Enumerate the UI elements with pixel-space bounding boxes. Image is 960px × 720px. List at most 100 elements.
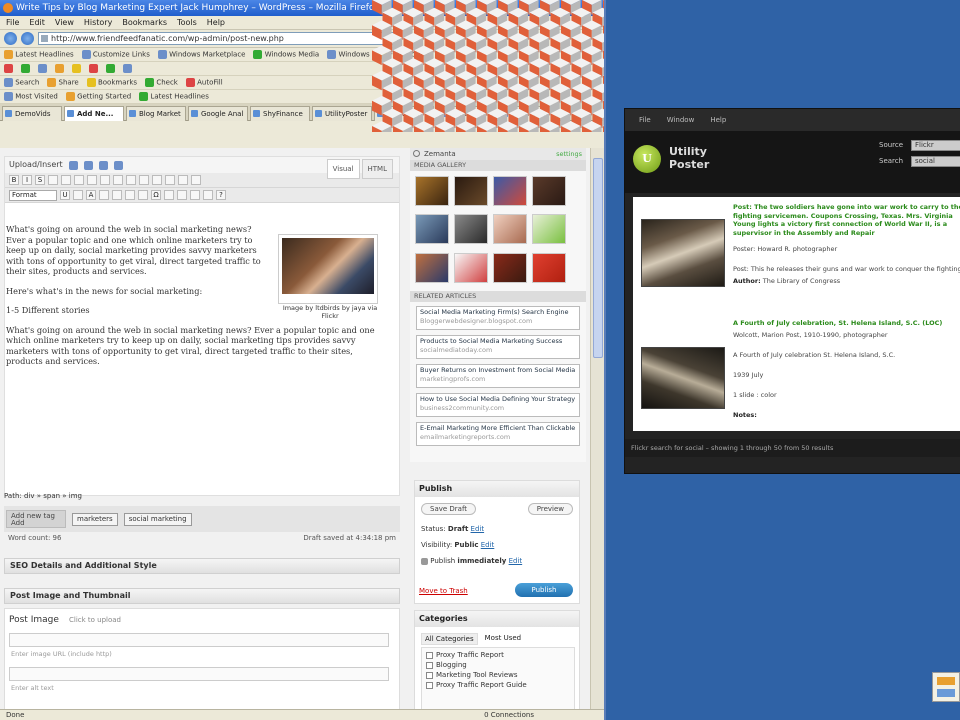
tab-utilityposter[interactable]: UtilityPoster bbox=[312, 106, 372, 121]
bookmark-item[interactable]: Windows bbox=[327, 50, 370, 59]
seo-details-heading[interactable]: SEO Details and Additional Style bbox=[4, 558, 400, 574]
unlink-button[interactable] bbox=[139, 175, 149, 185]
edit-status-link[interactable]: Edit bbox=[471, 525, 485, 533]
post-image-alt-field[interactable] bbox=[9, 667, 389, 681]
italic-button[interactable]: I bbox=[22, 175, 32, 185]
add-audio-icon[interactable] bbox=[98, 160, 108, 170]
bookmark-item[interactable]: Windows Marketplace bbox=[157, 50, 245, 59]
gallery-thumb[interactable] bbox=[493, 252, 527, 283]
preview-button[interactable]: Preview bbox=[527, 503, 573, 515]
tab-html[interactable]: HTML bbox=[361, 159, 393, 179]
gallery-thumb[interactable] bbox=[415, 176, 449, 206]
media-search-header[interactable]: Zemanta settings bbox=[410, 148, 586, 160]
addon-icon[interactable] bbox=[38, 64, 47, 73]
category-checkbox[interactable] bbox=[426, 681, 433, 689]
addon-icon[interactable] bbox=[21, 64, 30, 73]
add-tag-box[interactable]: Add new tag Add bbox=[6, 510, 66, 528]
gallery-thumb[interactable] bbox=[532, 176, 566, 206]
back-button[interactable] bbox=[4, 32, 17, 45]
add-image-icon[interactable] bbox=[68, 160, 78, 170]
add-media-icon[interactable] bbox=[113, 160, 123, 170]
publish-button[interactable]: Publish bbox=[515, 583, 573, 597]
category-checkbox[interactable] bbox=[426, 661, 433, 669]
numbered-list-button[interactable] bbox=[61, 175, 71, 185]
undo-button[interactable] bbox=[190, 190, 200, 200]
link-button[interactable] bbox=[126, 175, 136, 185]
poster-menu-help[interactable]: Help bbox=[710, 109, 726, 131]
edit-publish-time-link[interactable]: Edit bbox=[509, 557, 523, 565]
post-image-heading[interactable]: Post Image and Thumbnail bbox=[4, 588, 400, 604]
tab-blog-market[interactable]: Blog Market bbox=[126, 106, 186, 121]
tab-add-new-post[interactable]: Add Ne... bbox=[64, 106, 124, 121]
page-scrollbar[interactable] bbox=[590, 148, 604, 720]
char-map-button[interactable]: Ω bbox=[151, 190, 161, 200]
help-button[interactable]: ? bbox=[216, 190, 226, 200]
tab-wordpress[interactable]: WordPress bbox=[498, 106, 558, 121]
publish-heading[interactable]: Publish bbox=[415, 481, 579, 497]
related-article[interactable]: E-Email Marketing More Efficient Than Cl… bbox=[416, 422, 580, 446]
addon-icon[interactable] bbox=[123, 64, 132, 73]
toolbar-item[interactable]: Share bbox=[47, 78, 79, 87]
tray-notification-icon[interactable] bbox=[932, 672, 960, 702]
toolbar-item[interactable]: Check bbox=[145, 78, 178, 87]
tab-demovids[interactable]: DemoVids bbox=[2, 106, 62, 121]
kitchen-sink-button[interactable] bbox=[191, 175, 201, 185]
bookmark-item[interactable]: Windows Media bbox=[253, 50, 319, 59]
poster-menu-file[interactable]: File bbox=[639, 109, 651, 131]
redo-button[interactable] bbox=[203, 190, 213, 200]
bold-button[interactable]: B bbox=[9, 175, 19, 185]
underline-button[interactable]: U bbox=[60, 190, 70, 200]
strikethrough-button[interactable]: S bbox=[35, 175, 45, 185]
paste-text-button[interactable] bbox=[99, 190, 109, 200]
result-image-soldiers[interactable] bbox=[641, 219, 725, 287]
toolbar-item[interactable]: Search bbox=[4, 78, 39, 87]
category-checkbox[interactable] bbox=[426, 651, 433, 659]
poster-menu-window[interactable]: Window bbox=[667, 109, 695, 131]
category-checkbox[interactable] bbox=[426, 671, 433, 679]
tab-most-used[interactable]: Most Used bbox=[482, 633, 524, 645]
related-article[interactable]: How to Use Social Media Defining Your St… bbox=[416, 393, 580, 417]
category-item[interactable]: Marketing Tool Reviews bbox=[426, 670, 570, 680]
addon-icon[interactable] bbox=[72, 64, 81, 73]
align-center-button[interactable] bbox=[100, 175, 110, 185]
tab-all-categories[interactable]: All Categories bbox=[421, 633, 478, 645]
url-bar[interactable]: http://www.friendfeedfanatic.com/wp-admi… bbox=[38, 32, 398, 45]
edit-visibility-link[interactable]: Edit bbox=[481, 541, 495, 549]
blockquote-button[interactable] bbox=[74, 175, 84, 185]
addon-icon[interactable] bbox=[55, 64, 64, 73]
more-tag-button[interactable] bbox=[152, 175, 162, 185]
menu-history[interactable]: History bbox=[84, 16, 112, 29]
paste-word-button[interactable] bbox=[112, 190, 122, 200]
related-article[interactable]: Products to Social Media Marketing Succe… bbox=[416, 335, 580, 359]
text-color-button[interactable]: A bbox=[86, 190, 96, 200]
category-item[interactable]: Proxy Traffic Report bbox=[426, 650, 570, 660]
media-button[interactable] bbox=[138, 190, 148, 200]
toolbar-item[interactable]: Getting Started bbox=[65, 92, 131, 101]
related-article[interactable]: Social Media Marketing Firm(s) Search En… bbox=[416, 306, 580, 330]
menu-edit[interactable]: Edit bbox=[29, 16, 45, 29]
save-draft-button[interactable]: Save Draft bbox=[421, 503, 477, 515]
post-image-url-field[interactable] bbox=[9, 633, 389, 647]
align-left-button[interactable] bbox=[87, 175, 97, 185]
toolbar-item[interactable]: Bookmarks bbox=[86, 78, 137, 87]
tab-google-analytics[interactable]: Google Anal bbox=[188, 106, 248, 121]
categories-heading[interactable]: Categories bbox=[415, 611, 579, 627]
toolbar-item[interactable]: Most Visited bbox=[4, 92, 58, 101]
tag-pill[interactable]: marketers bbox=[72, 512, 118, 526]
gallery-thumb[interactable] bbox=[493, 176, 527, 206]
tab-visual[interactable]: Visual bbox=[326, 159, 360, 179]
forward-button[interactable] bbox=[21, 32, 34, 45]
menu-view[interactable]: View bbox=[55, 16, 74, 29]
toolbar-item[interactable]: AutoFill bbox=[185, 78, 223, 87]
inserted-image[interactable] bbox=[278, 234, 378, 304]
addon-icon[interactable] bbox=[106, 64, 115, 73]
media-settings-link[interactable]: settings bbox=[556, 148, 582, 160]
move-to-trash-link[interactable]: Move to Trash bbox=[419, 587, 468, 595]
post-image-hint[interactable]: Click to upload bbox=[69, 616, 121, 624]
category-item[interactable]: Proxy Traffic Report Guide bbox=[426, 680, 570, 690]
addon-icon[interactable] bbox=[89, 64, 98, 73]
gallery-thumb[interactable] bbox=[532, 214, 566, 245]
gallery-thumb[interactable] bbox=[415, 214, 449, 245]
gallery-thumb[interactable] bbox=[415, 252, 449, 283]
outdent-button[interactable] bbox=[164, 190, 174, 200]
